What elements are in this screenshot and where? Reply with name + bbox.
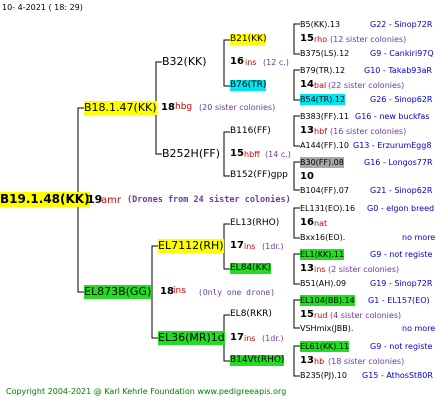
- report-date: 10- 4-2021 ( 18: 29): [2, 3, 83, 12]
- g4-origin: G9 - Cankiri97Q: [370, 49, 434, 58]
- g4-origin: G9 - not registe: [370, 342, 433, 351]
- g2-remark: (1dr.): [262, 334, 284, 343]
- g4-generation: 15: [300, 33, 314, 44]
- mother-notes: hbg: [175, 102, 193, 112]
- g4-origin: no more: [402, 324, 436, 333]
- g4-queen-id[interactable]: B51(AH).09: [300, 278, 346, 289]
- father-remark: (Only one drone): [198, 288, 276, 297]
- g4-generation: 10: [300, 171, 314, 182]
- g2-generation: 15: [230, 148, 244, 159]
- g2-notes: ins: [244, 242, 256, 251]
- g4-generation: 13: [300, 355, 314, 366]
- g4-queen-id[interactable]: Bxx16(EO).: [300, 232, 345, 243]
- g4-queen-id[interactable]: B5(KK).13: [300, 19, 340, 30]
- g2-notes: ins: [244, 334, 256, 343]
- g4-queen-id[interactable]: EL61(KK).11: [300, 341, 350, 352]
- g2-generation: 17: [230, 332, 244, 343]
- g4-generation: 13: [300, 263, 314, 274]
- g4-notes: nat: [314, 219, 328, 228]
- g4-origin: G13 - ErzurumEgg8: [353, 141, 432, 150]
- g4-remark: (12 sister colonies): [330, 35, 407, 44]
- root-notes: amr: [101, 195, 121, 206]
- g4-origin: G1 - EL157(EO): [368, 296, 430, 305]
- g3-queen-id[interactable]: B21(KK): [230, 34, 267, 45]
- g4-origin: G9 - not registe: [370, 250, 433, 259]
- g4-queen-id[interactable]: B79(TR).12: [300, 65, 345, 76]
- g3-queen-id[interactable]: EL13(RHO): [230, 218, 279, 229]
- g4-remark: (22 sister colonies): [328, 81, 405, 90]
- copyright-footer: Copyright 2004-2021 @ Karl Kehrle Founda…: [6, 387, 287, 396]
- mother-generation: 18: [161, 102, 175, 113]
- g4-queen-id[interactable]: EL131(EO).16: [300, 203, 355, 214]
- g4-origin: G26 - Sinop62R: [370, 95, 433, 104]
- g4-remark: (16 sister colonies): [330, 127, 407, 136]
- root-queen-id[interactable]: B19.1.48(KK): [0, 192, 90, 207]
- g4-origin: G10 - Takab93aR: [364, 66, 432, 75]
- g4-queen-id[interactable]: B104(FF).07: [300, 185, 349, 196]
- g3-queen-id[interactable]: B116(FF): [230, 126, 271, 137]
- g4-remark: (2 sister colonies): [328, 265, 400, 274]
- g2-notes: hbff: [244, 150, 260, 159]
- g4-remark: (18 sister colonies): [328, 357, 405, 366]
- father-queen-id[interactable]: EL873B(GG): [84, 285, 152, 299]
- g4-origin: G22 - Sinop72R: [370, 20, 433, 29]
- g4-origin: G16 - new buckfas: [355, 112, 430, 121]
- g3-queen-id[interactable]: EL84(KK): [230, 263, 271, 274]
- mother-queen-id[interactable]: B18.1.47(KK): [84, 101, 157, 115]
- g4-queen-id[interactable]: B375(LS).12: [300, 48, 349, 59]
- root-drone-remark: (Drones from 24 sister colonies): [127, 195, 291, 205]
- g4-notes: rho: [314, 35, 328, 44]
- g4-generation: 14: [300, 79, 314, 90]
- g4-queen-id[interactable]: EL1(KK).11: [300, 249, 345, 260]
- g4-notes: ins: [314, 265, 326, 274]
- g3-remark: (12 c.): [263, 58, 289, 67]
- g4-notes: bal: [314, 81, 327, 90]
- g4-notes: rud: [314, 311, 328, 320]
- g2-queen-id[interactable]: EL36(MR)1d: [158, 331, 225, 345]
- g2-queen-id[interactable]: EL7112(RH): [158, 239, 224, 253]
- g2-queen-id[interactable]: B252H(FF): [162, 147, 220, 161]
- g3-queen-id[interactable]: EL8(RKR): [230, 309, 272, 320]
- g4-origin: G19 - Sinop72R: [370, 279, 433, 288]
- g2-queen-id[interactable]: B32(KK): [162, 55, 207, 69]
- g4-generation: 16: [300, 217, 314, 228]
- g3-queen-id[interactable]: B14Vt(RHO): [230, 355, 285, 366]
- mother-remark: (20 sister colonies): [199, 103, 276, 112]
- g4-queen-id[interactable]: B383(FF).11: [300, 111, 349, 122]
- g4-queen-id[interactable]: B235(PJ).10: [300, 370, 347, 381]
- g4-notes: hbf: [314, 127, 327, 136]
- father-generation: 18: [160, 286, 174, 297]
- g4-origin: G15 - AthosSt80R: [362, 371, 433, 380]
- g4-remark: (4 sister colonies): [330, 311, 402, 320]
- g3-queen-id[interactable]: B76(TR): [230, 80, 267, 91]
- g3-generation: 16: [230, 56, 244, 67]
- g4-notes: hb: [314, 357, 325, 366]
- g4-queen-id[interactable]: B54(TR).12: [300, 94, 346, 105]
- g4-queen-id[interactable]: VSHmix(JBB).: [300, 323, 353, 334]
- g4-origin: G16 - Longos77R: [364, 158, 433, 167]
- g4-origin: G21 - Sinop62R: [370, 186, 433, 195]
- g2-generation: 17: [230, 240, 244, 251]
- g2-remark: (14 c.): [265, 150, 291, 159]
- g4-generation: 13: [300, 125, 314, 136]
- father-notes: ins: [173, 286, 186, 296]
- g4-origin: no more: [402, 233, 436, 242]
- g4-generation: 15: [300, 309, 314, 320]
- g2-remark: (1dr.): [262, 242, 284, 251]
- g4-queen-id[interactable]: A144(FF).10: [300, 140, 349, 151]
- pedigree-chart: 10- 4-2021 ( 18: 29) B19.1.48(KK) 19 amr…: [0, 0, 440, 400]
- g3-queen-id[interactable]: B152(FF)gpp: [230, 170, 288, 181]
- g4-queen-id[interactable]: B30(FF).08: [300, 157, 344, 168]
- g4-queen-id[interactable]: EL104(BB).14: [300, 295, 355, 306]
- g4-origin: G0 - elgon breed: [367, 204, 435, 213]
- g3-notes: ins: [245, 58, 257, 67]
